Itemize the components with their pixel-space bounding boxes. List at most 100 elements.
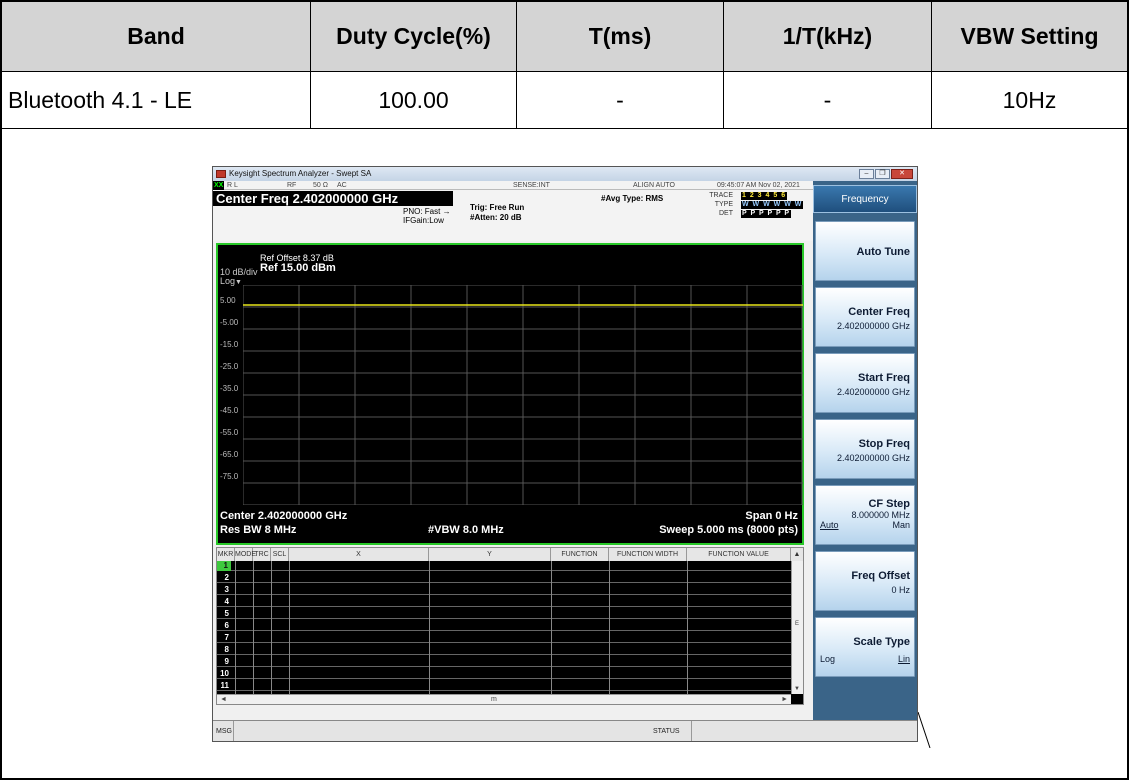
column-divider: [551, 561, 552, 694]
message-bar: MSG STATUS: [213, 720, 917, 741]
y-label: -75.0: [220, 472, 239, 481]
annotation-line: [918, 712, 931, 748]
horizontal-scrollbar[interactable]: ◄ m ►: [217, 694, 791, 704]
col-scl: SCL: [271, 548, 289, 561]
marker-table[interactable]: MKR MODE TRC SCL X Y FUNCTION FUNCTION W…: [216, 547, 804, 705]
sweep-readout: Sweep 5.000 ms (8000 pts): [659, 524, 798, 536]
trace-indicator: TRACE 1 2 3 4 5 6 TYPE W W W W W W DET P…: [709, 191, 813, 221]
app-icon: [216, 170, 226, 178]
vertical-scrollbar[interactable]: E ▼: [791, 561, 803, 694]
arrow-right-icon: →: [442, 207, 451, 216]
softkey-menu-title: Frequency: [813, 185, 917, 213]
center-freq-button[interactable]: Center Freq 2.402000000 GHz: [815, 287, 915, 347]
analyzer-window: Keysight Spectrum Analyzer - Swept SA – …: [212, 166, 918, 742]
divider: [233, 721, 234, 741]
scroll-up-icon[interactable]: ▲: [791, 548, 803, 561]
y-label: -5.00: [220, 318, 239, 327]
marker-row[interactable]: 10: [217, 669, 791, 679]
stop-freq-button[interactable]: Stop Freq 2.402000000 GHz: [815, 419, 915, 479]
spectrum-plot[interactable]: Ref Offset 8.37 dB 10 dB/div Ref 15.00 d…: [216, 243, 804, 545]
det-label: DET: [719, 210, 733, 217]
scroll-down-icon[interactable]: ▼: [794, 686, 800, 692]
rl-indicator: R L: [227, 182, 238, 189]
close-icon[interactable]: ✕: [891, 169, 913, 179]
datetime: 09:45:07 AM Nov 02, 2021: [717, 182, 800, 189]
center-freq-readout: Center 2.402000000 GHz: [220, 510, 348, 522]
scale-type-lin: Lin: [897, 654, 910, 664]
header-duty-cycle: Duty Cycle(%): [311, 2, 517, 71]
window-title: Keysight Spectrum Analyzer - Swept SA: [229, 169, 372, 178]
atten-setting: #Atten: 20 dB: [470, 213, 522, 222]
xx-indicator: XX: [213, 181, 225, 190]
header-band: Band: [2, 2, 311, 71]
y-label: -55.0: [220, 428, 239, 437]
marker-row[interactable]: 4: [217, 597, 791, 607]
status-label: STATUS: [653, 728, 680, 735]
y-label: 5.00: [220, 296, 236, 305]
marker-table-header: MKR MODE TRC SCL X Y FUNCTION FUNCTION W…: [217, 548, 803, 561]
y-label: -25.0: [220, 362, 239, 371]
marker-row[interactable]: 6: [217, 621, 791, 631]
trigger-setting: Trig: Free Run: [470, 203, 525, 212]
freq-offset-button[interactable]: Freq Offset 0 Hz: [815, 551, 915, 611]
res-bw-readout: Res BW 8 MHz: [220, 524, 297, 536]
window-titlebar: Keysight Spectrum Analyzer - Swept SA – …: [213, 167, 917, 181]
column-divider: [289, 561, 290, 694]
cell-band: Bluetooth 4.1 - LE: [2, 72, 311, 128]
msg-label: MSG: [216, 728, 232, 735]
ifgain-setting: IFGain:Low: [403, 216, 444, 225]
y-label: -65.0: [220, 450, 239, 459]
cf-step-auto: Auto: [820, 520, 839, 530]
header-inverse-t: 1/T(kHz): [724, 2, 932, 71]
align-indicator: ALIGN AUTO: [633, 182, 675, 189]
table-row: Bluetooth 4.1 - LE 100.00 - - 10Hz: [2, 72, 1127, 129]
avg-type: #Avg Type: RMS: [601, 194, 664, 203]
marker-row[interactable]: 3: [217, 585, 791, 595]
cf-step-button[interactable]: CF Step 8.000000 MHz Auto Man: [815, 485, 915, 545]
marker-row[interactable]: 2: [217, 573, 791, 583]
scale-type-button[interactable]: Scale Type Log Lin: [815, 617, 915, 677]
log-arrow-icon: ▼: [235, 279, 242, 286]
col-x: X: [289, 548, 429, 561]
coupling-indicator: AC: [337, 182, 347, 189]
cell-inverse-t: -: [724, 72, 932, 128]
marker-row[interactable]: 8: [217, 645, 791, 655]
center-freq-header: Center Freq 2.402000000 GHz: [213, 191, 453, 206]
det-values: P P P P P P: [741, 210, 792, 218]
marker-row[interactable]: 1: [217, 561, 791, 571]
column-divider: [271, 561, 272, 694]
scale-type-log: Log: [820, 654, 836, 664]
scroll-left-icon[interactable]: ◄: [220, 695, 227, 705]
table-header-row: Band Duty Cycle(%) T(ms) 1/T(kHz) VBW Se…: [2, 2, 1127, 72]
col-function-width: FUNCTION WIDTH: [609, 548, 687, 561]
scroll-side-mark: E: [795, 621, 800, 627]
type-label: TYPE: [714, 201, 733, 208]
trace-values: 1 2 3 4 5 6: [741, 192, 788, 200]
window-controls: – ❐ ✕: [859, 169, 913, 179]
divider: [691, 721, 692, 741]
status-row: XX R L RF 50 Ω AC SENSE:INT ALIGN AUTO 0…: [213, 181, 813, 190]
minimize-icon[interactable]: –: [859, 169, 874, 179]
start-freq-button[interactable]: Start Freq 2.402000000 GHz: [815, 353, 915, 413]
auto-tune-button[interactable]: Auto Tune: [815, 221, 915, 281]
restore-icon[interactable]: ❐: [875, 169, 890, 179]
marker-row[interactable]: 7: [217, 633, 791, 643]
cell-t-ms: -: [517, 72, 724, 128]
scroll-right-icon[interactable]: ►: [781, 695, 788, 705]
impedance-indicator: 50 Ω: [313, 182, 328, 189]
marker-row[interactable]: 9: [217, 657, 791, 667]
plot-grid: [243, 285, 803, 505]
sense-indicator: SENSE:INT: [513, 182, 550, 189]
span-readout: Span 0 Hz: [745, 510, 798, 522]
pno-setting: PNO: Fast →: [403, 207, 451, 216]
marker-row[interactable]: 11: [217, 681, 791, 691]
trace-label: TRACE: [709, 192, 733, 199]
col-y: Y: [429, 548, 551, 561]
marker-rows: 1 2 3 4 5 6 7 8 9 10 11: [217, 561, 791, 694]
marker-row[interactable]: 5: [217, 609, 791, 619]
header-vbw-setting: VBW Setting: [960, 23, 1099, 49]
column-divider: [429, 561, 430, 694]
vbw-readout: #VBW 8.0 MHz: [428, 524, 504, 536]
column-divider: [235, 561, 236, 694]
y-label: -15.0: [220, 340, 239, 349]
